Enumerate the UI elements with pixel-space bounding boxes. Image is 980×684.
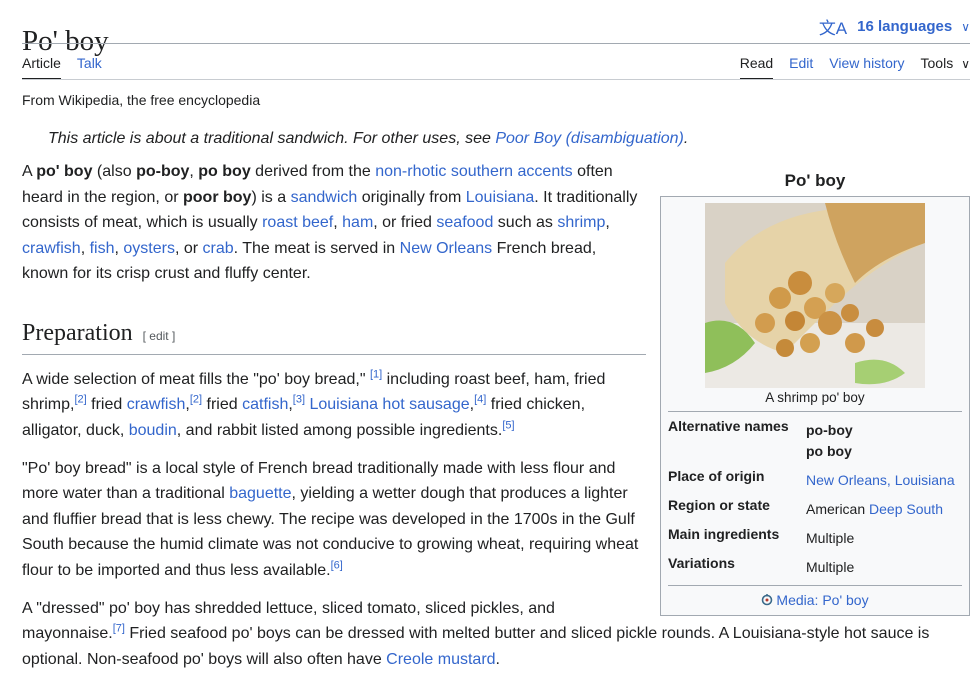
infobox-row: Place of origin New Orleans, Louisiana xyxy=(668,465,962,494)
infobox: Po' boy A shrimp po' boy Alternative nam… xyxy=(660,168,970,616)
infobox-value: Multiple xyxy=(806,530,855,546)
languages-button[interactable]: 文A 16 languages ∨ xyxy=(819,14,970,39)
tools-label: Tools xyxy=(920,55,954,71)
link-creole-mustard[interactable]: Creole mustard xyxy=(386,651,495,668)
link-oysters[interactable]: oysters xyxy=(123,240,175,257)
link-shrimp[interactable]: shrimp xyxy=(557,214,605,231)
link-baguette[interactable]: baguette xyxy=(229,485,291,502)
intro-paragraph: A po' boy (also po-boy, po boy derived f… xyxy=(22,163,638,283)
citation-link[interactable]: [1] xyxy=(370,368,382,380)
link-boudin[interactable]: boudin xyxy=(129,422,177,439)
site-tagline: From Wikipedia, the free encyclopedia xyxy=(22,92,261,108)
tools-menu[interactable]: Tools ∨ xyxy=(921,55,970,80)
page-title: Po' boy xyxy=(22,25,109,58)
tab-talk[interactable]: Talk xyxy=(77,55,102,80)
tab-read[interactable]: Read xyxy=(739,55,774,80)
infobox-row: Alternative names po-boy po boy xyxy=(668,415,962,465)
link-place-of-origin[interactable]: New Orleans, Louisiana xyxy=(806,472,955,488)
tab-article[interactable]: Article xyxy=(22,55,61,80)
citation-link[interactable]: [3] xyxy=(293,394,305,406)
tab-view-history[interactable]: View history xyxy=(829,55,904,80)
link-catfish[interactable]: catfish xyxy=(242,396,288,413)
link-ham[interactable]: ham xyxy=(342,214,373,231)
preparation-paragraph-2: "Po' boy bread" is a local style of Fren… xyxy=(22,459,639,579)
link-louisiana-hot-sausage[interactable]: Louisiana hot sausage xyxy=(309,396,469,413)
citation-link[interactable]: [6] xyxy=(331,560,343,572)
infobox-label: Place of origin xyxy=(668,468,765,484)
infobox-label: Alternative names xyxy=(668,418,789,434)
chevron-down-icon: ∨ xyxy=(961,57,970,71)
link-sandwich[interactable]: sandwich xyxy=(291,189,358,206)
chevron-down-icon: ∨ xyxy=(961,19,970,34)
citation-link[interactable]: [7] xyxy=(113,623,125,635)
languages-label: 16 languages xyxy=(857,18,953,35)
edit-section-link[interactable]: [ edit ] xyxy=(143,329,176,343)
citation-link[interactable]: [5] xyxy=(502,420,514,432)
infobox-row: Main ingredients Multiple xyxy=(668,523,962,552)
link-deep-south[interactable]: Deep South xyxy=(869,501,943,517)
infobox-label: Variations xyxy=(668,555,735,571)
link-roast-beef[interactable]: roast beef xyxy=(262,214,333,231)
translate-icon: 文A xyxy=(818,19,848,38)
title-divider xyxy=(22,43,970,44)
tab-edit[interactable]: Edit xyxy=(789,55,813,80)
link-crawfish[interactable]: crawfish xyxy=(22,240,81,257)
infobox-title: Po' boy xyxy=(784,171,846,190)
infobox-label: Region or state xyxy=(668,497,770,513)
link-fish[interactable]: fish xyxy=(90,240,115,257)
view-tabs: Read Edit View history Tools ∨ xyxy=(724,55,970,80)
hatnote-link[interactable]: Poor Boy (disambiguation) xyxy=(495,130,684,147)
infobox-caption: A shrimp po' boy xyxy=(668,388,962,412)
link-non-rhotic[interactable]: non-rhotic southern accents xyxy=(375,163,572,180)
infobox-body: A shrimp po' boy Alternative names po-bo… xyxy=(660,196,970,616)
link-seafood[interactable]: seafood xyxy=(436,214,493,231)
link-louisiana[interactable]: Louisiana xyxy=(466,189,535,206)
namespace-tabs: Article Talk xyxy=(22,55,118,80)
citation-link[interactable]: [2] xyxy=(74,394,86,406)
citation-link[interactable]: [4] xyxy=(474,394,486,406)
preparation-paragraph-1: A wide selection of meat fills the "po' … xyxy=(22,368,606,439)
hatnote: This article is about a traditional sand… xyxy=(48,130,689,147)
section-heading-preparation: Preparation[ edit ] xyxy=(22,319,646,355)
infobox-value: American Deep South xyxy=(806,501,943,517)
article-body: A po' boy (also po-boy, po boy derived f… xyxy=(22,159,929,684)
link-crab[interactable]: crab xyxy=(203,240,234,257)
infobox-image[interactable] xyxy=(705,203,925,388)
infobox-value: po-boy po boy xyxy=(806,422,853,459)
infobox-table: Alternative names po-boy po boy Place of … xyxy=(668,415,962,581)
infobox-row: Variations Multiple xyxy=(668,552,962,581)
infobox-footer: Media: Po' boy xyxy=(668,585,962,608)
infobox-label: Main ingredients xyxy=(668,526,780,542)
commons-icon xyxy=(762,594,773,606)
citation-link[interactable]: [2] xyxy=(190,394,202,406)
link-new-orleans[interactable]: New Orleans xyxy=(400,240,492,257)
link-crawfish[interactable]: crawfish xyxy=(127,396,186,413)
media-link[interactable]: Media: Po' boy xyxy=(761,592,869,608)
infobox-row: Region or state American Deep South xyxy=(668,494,962,523)
infobox-value: New Orleans, Louisiana xyxy=(806,465,962,494)
tabs-divider xyxy=(22,79,970,80)
infobox-value: Multiple xyxy=(806,559,855,575)
